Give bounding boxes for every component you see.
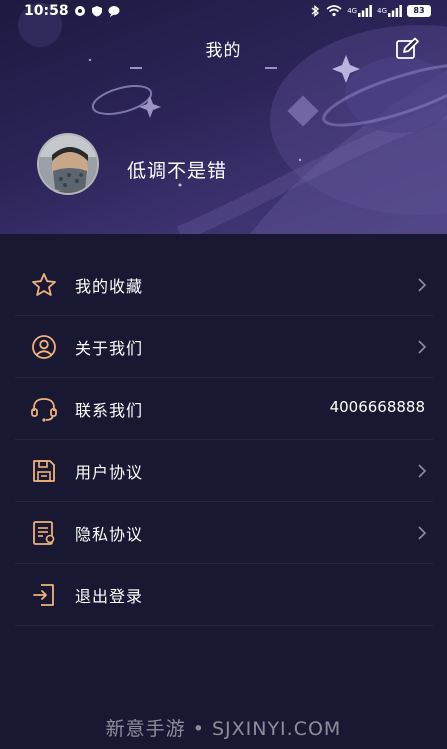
menu-item-privacy-agreement[interactable]: 隐私协议 bbox=[15, 502, 433, 564]
menu-label: 联系我们 bbox=[75, 400, 144, 420]
menu-label: 隐私协议 bbox=[75, 524, 144, 544]
profile-menu: 我的收藏 关于我们 联系我们 4006668888 用户协议 隐私协议 退出登录 bbox=[15, 254, 433, 626]
star-icon bbox=[29, 270, 59, 300]
edit-icon[interactable] bbox=[395, 37, 419, 61]
contact-phone-number[interactable]: 4006668888 bbox=[330, 398, 425, 416]
chevron-right-icon bbox=[418, 278, 427, 292]
menu-label: 退出登录 bbox=[75, 586, 144, 606]
menu-item-logout[interactable]: 退出登录 bbox=[15, 564, 433, 626]
chat-bubble-icon bbox=[108, 6, 120, 17]
avatar[interactable] bbox=[37, 133, 99, 195]
wifi-icon bbox=[326, 5, 342, 17]
menu-item-contact-us[interactable]: 联系我们 4006668888 bbox=[15, 378, 433, 440]
chevron-right-icon bbox=[418, 526, 427, 540]
network-type-2: 4G bbox=[377, 7, 387, 15]
headset-icon bbox=[29, 394, 59, 424]
menu-item-favorites[interactable]: 我的收藏 bbox=[15, 254, 433, 316]
username: 低调不是错 bbox=[127, 160, 228, 182]
chevron-right-icon bbox=[418, 340, 427, 354]
watermark: 新意手游 • SJXINYI.COM bbox=[105, 718, 342, 740]
menu-label: 我的收藏 bbox=[75, 276, 144, 296]
menu-label: 用户协议 bbox=[75, 462, 144, 482]
chevron-right-icon bbox=[418, 464, 427, 478]
menu-item-about-us[interactable]: 关于我们 bbox=[15, 316, 433, 378]
shield-check-icon bbox=[91, 6, 102, 17]
cell-signal-icon bbox=[388, 5, 402, 17]
profile-header: 10:58 4G 4G 83 我的 低调不是错 bbox=[0, 0, 447, 234]
floppy-disk-icon bbox=[29, 456, 59, 486]
logout-icon bbox=[29, 580, 59, 610]
cell-signal-icon bbox=[358, 5, 373, 17]
page-title: 我的 bbox=[205, 41, 242, 61]
status-time: 10:58 bbox=[24, 3, 69, 19]
menu-item-user-agreement[interactable]: 用户协议 bbox=[15, 440, 433, 502]
status-bar: 10:58 4G 4G 83 bbox=[0, 0, 447, 22]
app-notification-icon bbox=[74, 6, 85, 16]
network-type-1: 4G bbox=[347, 7, 358, 15]
user-circle-icon bbox=[29, 332, 59, 362]
document-icon bbox=[29, 518, 59, 548]
bluetooth-icon bbox=[311, 5, 320, 17]
battery-indicator: 83 bbox=[407, 5, 431, 17]
menu-label: 关于我们 bbox=[75, 338, 144, 358]
